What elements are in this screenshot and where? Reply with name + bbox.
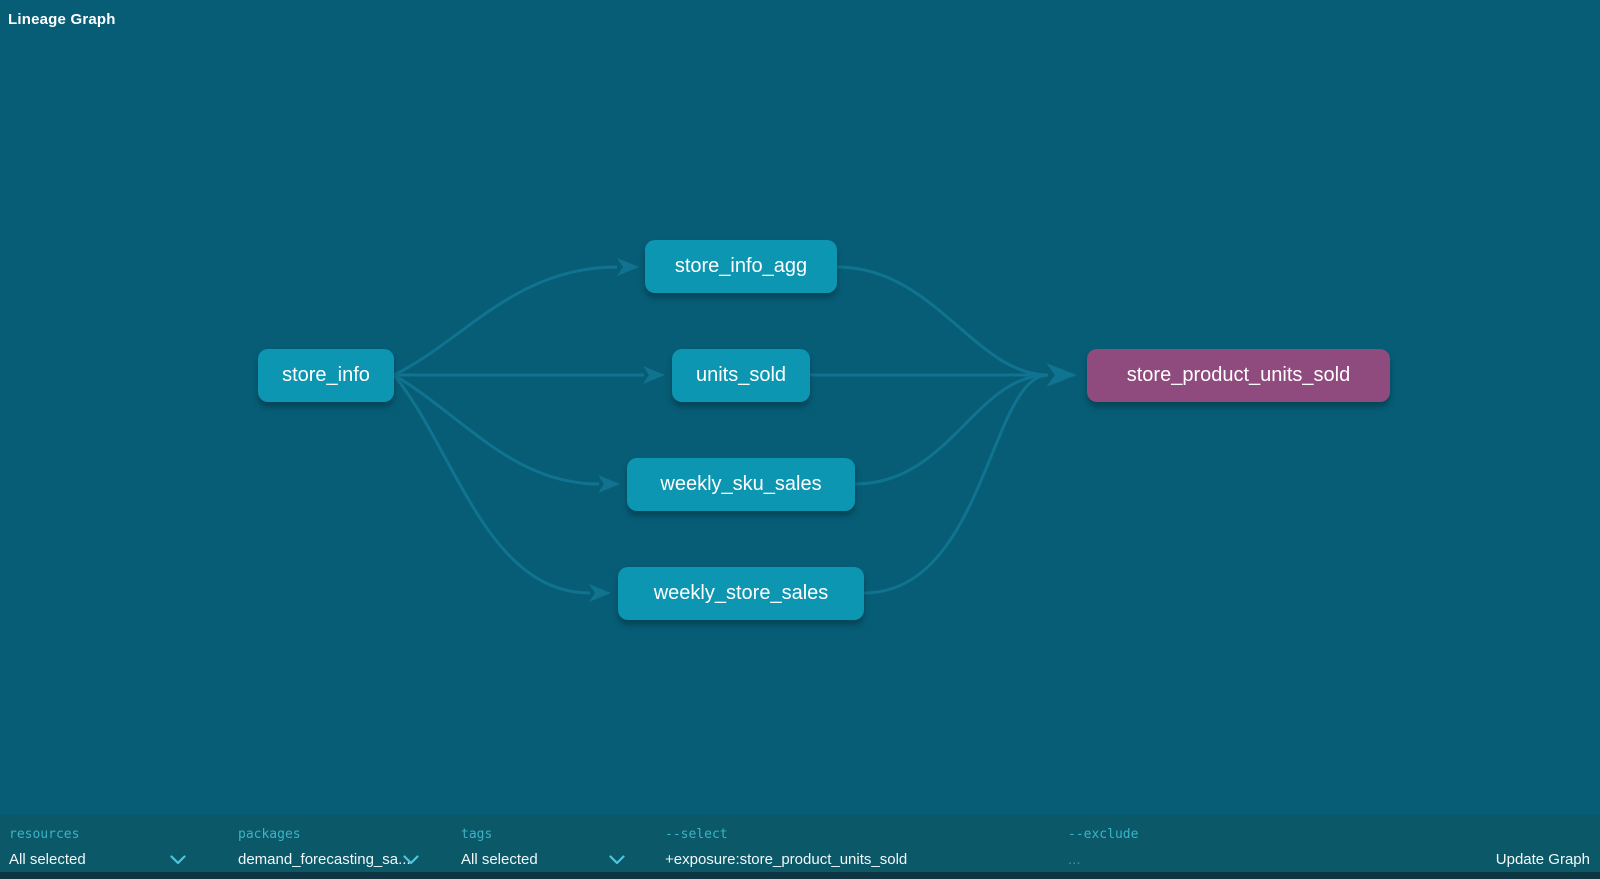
edge-store_info-weekly_sku_sales <box>394 375 599 484</box>
node-store_info_agg[interactable]: store_info_agg <box>645 240 837 293</box>
arrowhead-units_sold <box>643 366 665 384</box>
arrowhead-weekly_store_sales <box>589 584 611 602</box>
filter-resources-label: resources <box>9 827 79 842</box>
lineage-edges <box>0 0 1600 879</box>
node-label: store_info_agg <box>675 255 807 278</box>
chevron-down-icon[interactable] <box>403 855 419 865</box>
edge-store_info_agg-store_product_units_sold <box>837 267 1048 375</box>
node-store_product_units_sold[interactable]: store_product_units_sold <box>1087 349 1390 402</box>
arrowhead-weekly_sku_sales <box>598 475 620 493</box>
arrowhead-store_product_units_sold <box>1046 363 1077 387</box>
node-weekly_sku_sales[interactable]: weekly_sku_sales <box>627 458 855 511</box>
chevron-down-icon[interactable] <box>609 855 625 865</box>
node-label: store_info <box>282 364 370 387</box>
edge-weekly_store_sales-store_product_units_sold <box>864 375 1048 593</box>
filter-packages-value[interactable]: demand_forecasting_sa... <box>238 851 411 868</box>
filter-tags-value[interactable]: All selected <box>461 851 538 868</box>
filter-packages-label: packages <box>238 827 301 842</box>
page-title: Lineage Graph <box>8 11 116 28</box>
node-label: units_sold <box>696 364 786 387</box>
node-units_sold[interactable]: units_sold <box>672 349 810 402</box>
node-label: weekly_store_sales <box>654 582 829 605</box>
edge-store_info-weekly_store_sales <box>394 375 590 593</box>
filter-exclude-input[interactable]: ... <box>1068 851 1081 868</box>
edge-weekly_sku_sales-store_product_units_sold <box>855 375 1048 484</box>
arrowhead-store_info_agg <box>617 258 639 276</box>
update-graph-button[interactable]: Update Graph <box>1496 851 1590 868</box>
chevron-down-icon[interactable] <box>170 855 186 865</box>
filter-select-input[interactable]: +exposure:store_product_units_sold <box>665 851 907 868</box>
node-label: weekly_sku_sales <box>660 473 821 496</box>
filter-exclude-label: --exclude <box>1068 827 1138 842</box>
graph-filter-toolbar: resources All selected packages demand_f… <box>0 815 1600 879</box>
filter-select-label: --select <box>665 827 728 842</box>
node-store_info[interactable]: store_info <box>258 349 394 402</box>
filter-tags-label: tags <box>461 827 492 842</box>
lineage-graph-canvas[interactable]: Lineage Graph store_info store_info_agg … <box>0 0 1600 879</box>
bottom-strip <box>0 872 1600 879</box>
edge-store_info-store_info_agg <box>394 267 617 375</box>
filter-resources-value[interactable]: All selected <box>9 851 86 868</box>
node-weekly_store_sales[interactable]: weekly_store_sales <box>618 567 864 620</box>
node-label: store_product_units_sold <box>1127 364 1350 387</box>
